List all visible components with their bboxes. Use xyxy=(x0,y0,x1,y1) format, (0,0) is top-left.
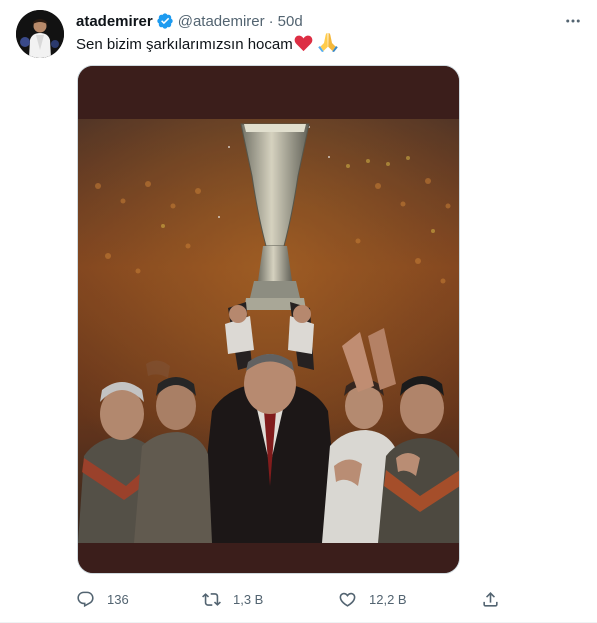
share-icon xyxy=(481,590,500,609)
reply-button[interactable]: 136 xyxy=(76,588,129,610)
tweet-photo[interactable] xyxy=(77,65,460,574)
avatar[interactable] xyxy=(16,10,64,58)
verified-badge-icon[interactable] xyxy=(156,12,174,30)
reply-icon xyxy=(76,590,95,609)
separator-dot: · xyxy=(268,12,274,30)
retweet-count: 1,3 B xyxy=(233,591,264,607)
tweet-card[interactable]: atademirer @atademirer · 50d Sen bizim ş… xyxy=(0,0,597,623)
like-icon xyxy=(338,590,357,609)
red-heart-emoji xyxy=(294,34,313,52)
tweet-text: Sen bizim şarkılarımızsın hocam xyxy=(76,32,339,55)
display-name[interactable]: atademirer xyxy=(76,13,153,30)
timestamp[interactable]: 50d xyxy=(278,13,303,30)
share-button[interactable] xyxy=(481,588,500,610)
tweet-text-content: Sen bizim şarkılarımızsın hocam xyxy=(76,36,293,53)
retweet-icon xyxy=(202,590,221,609)
retweet-button[interactable]: 1,3 B xyxy=(202,588,263,610)
like-button[interactable]: 12,2 B xyxy=(338,588,407,610)
reply-count: 136 xyxy=(107,591,129,607)
tweet-header: atademirer @atademirer · 50d xyxy=(76,11,303,31)
handle[interactable]: @atademirer xyxy=(178,13,265,30)
tweet-actions: 136 1,3 B 12,2 B xyxy=(76,588,506,610)
like-count: 12,2 B xyxy=(369,591,407,607)
folded-hands-emoji xyxy=(317,32,339,52)
more-icon[interactable] xyxy=(561,9,585,33)
